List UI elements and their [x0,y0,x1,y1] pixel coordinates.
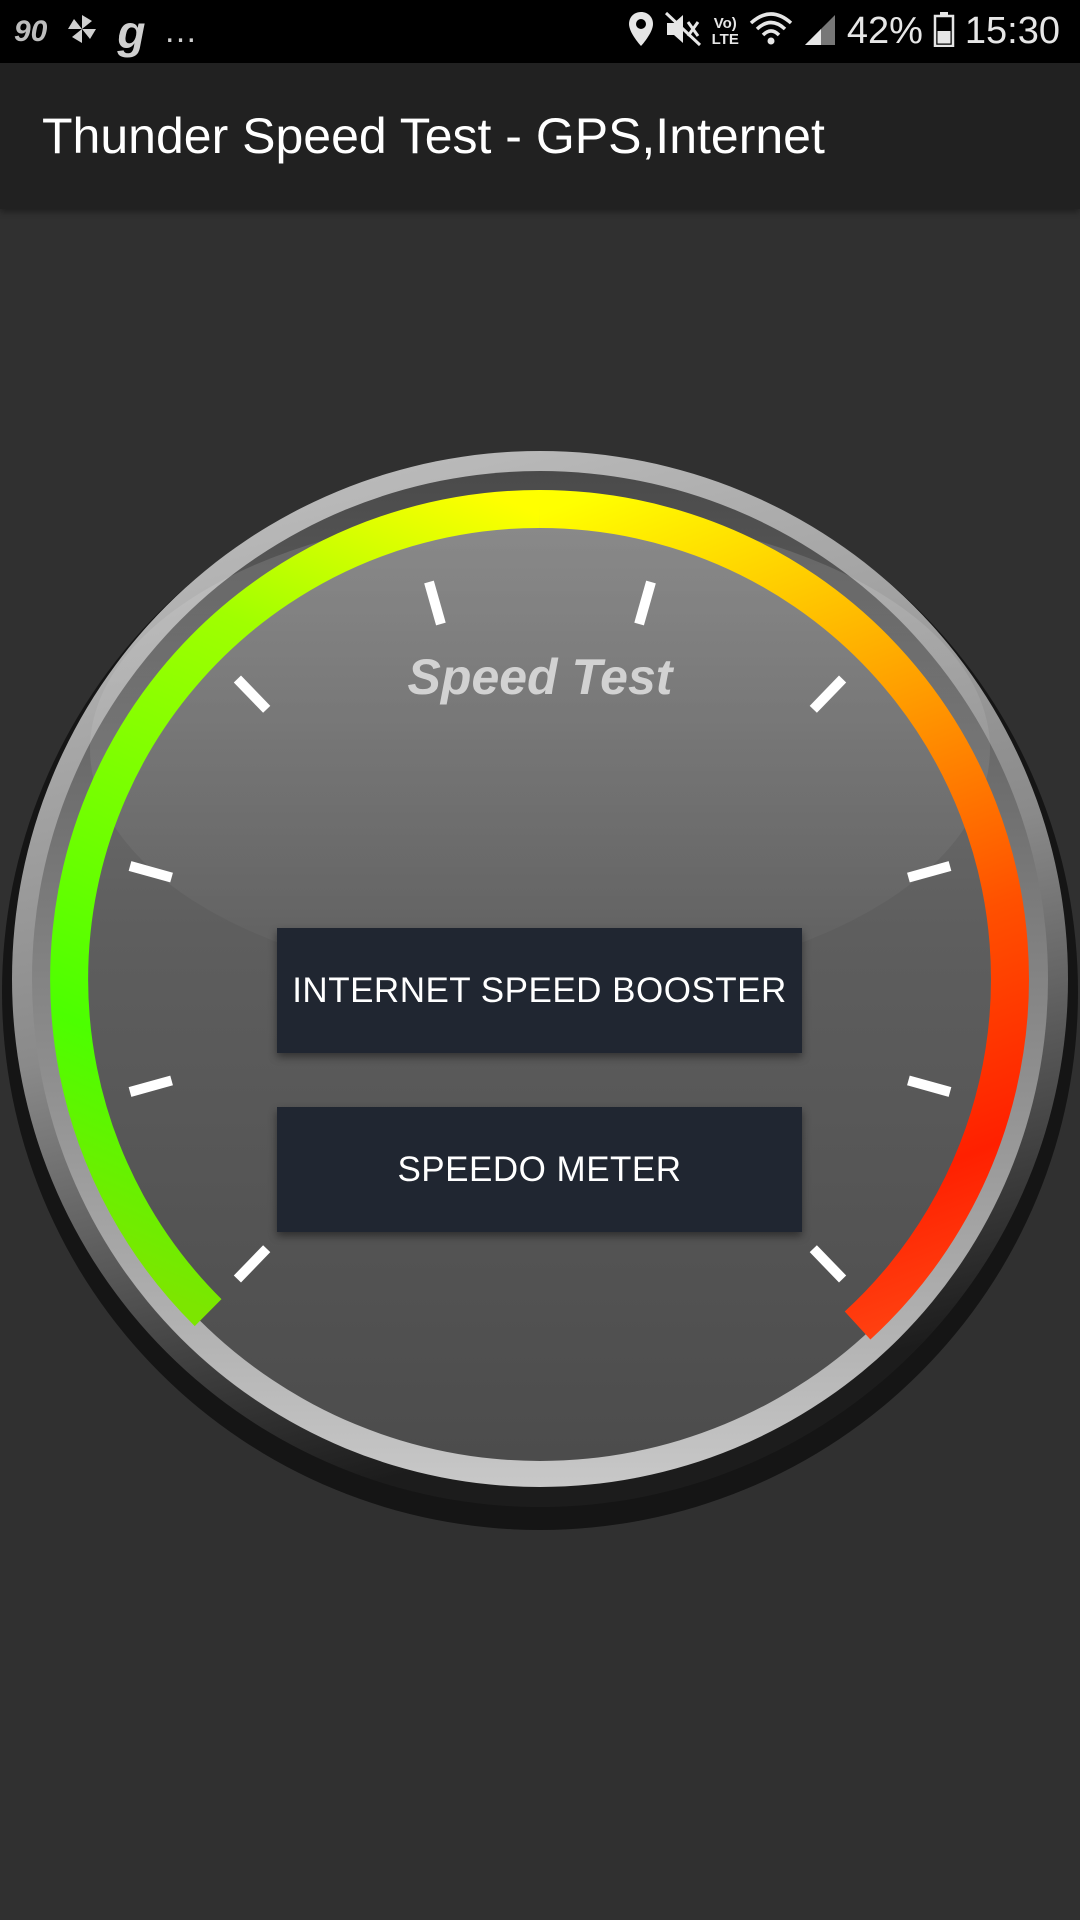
wifi-icon [749,11,793,52]
notification-90-icon: 90 [14,14,48,48]
internet-speed-booster-button[interactable]: INTERNET SPEED BOOSTER [277,928,802,1053]
status-bar-left: 90 g … [14,0,197,63]
signal-icon [803,11,837,52]
gauge-shine [90,511,990,987]
mute-icon [664,11,702,52]
battery-icon [933,11,955,52]
gauge-label: Speed Test [407,649,673,705]
speedo-meter-button[interactable]: SPEEDO METER [277,1107,802,1232]
battery-percent: 42% [846,10,923,52]
g-app-icon: g [117,5,146,58]
internet-speed-booster-label: INTERNET SPEED BOOSTER [292,970,787,1010]
location-icon [628,11,654,52]
app-bar: Thunder Speed Test - GPS,Internet [0,63,1080,209]
volte-icon: Vo) LTE [711,14,739,48]
speedo-meter-label: SPEEDO METER [397,1149,682,1189]
volte-top-text: Vo) [713,14,737,32]
pinwheel-icon [65,12,99,51]
status-bar: 90 g … Vo) LTE 42% 15:30 [0,0,1080,63]
clock: 15:30 [964,10,1060,52]
overflow-dots: … [163,12,198,50]
app-title: Thunder Speed Test - GPS,Internet [42,108,825,164]
status-bar-right: Vo) LTE 42% 15:30 [628,0,1060,63]
volte-bottom-text: LTE [711,30,739,48]
